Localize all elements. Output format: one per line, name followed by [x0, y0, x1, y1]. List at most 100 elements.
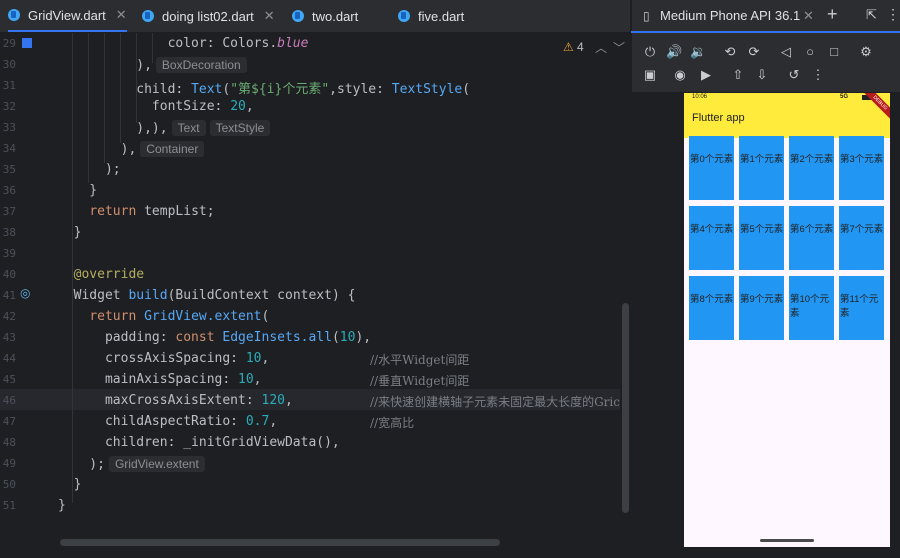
code-comment: //来快速创建横轴子元素未固定最大长度的Gric — [370, 395, 620, 409]
horizontal-scrollbar[interactable] — [60, 539, 500, 546]
volume-down-icon[interactable]: 🔉 — [690, 44, 706, 60]
grid-item[interactable]: 第2个元素 — [789, 136, 834, 200]
code-line: ); — [58, 162, 121, 177]
code-comment: //水平Widget间距 — [370, 353, 470, 367]
line-number: 31 — [2, 79, 16, 92]
tab-label: five.dart — [418, 8, 465, 24]
line-number: 50 — [2, 478, 16, 491]
line-number: 38 — [2, 226, 16, 239]
screen-record-icon[interactable]: ▶ — [698, 67, 714, 83]
tab-label: two.dart — [312, 8, 359, 24]
grid-item[interactable]: 第7个元素 — [839, 206, 884, 270]
line-number: 46 — [2, 394, 16, 407]
warning-count[interactable]: 4 — [577, 40, 584, 54]
grid-item[interactable]: 第6个元素 — [789, 206, 834, 270]
download-icon[interactable]: ⇩ — [754, 67, 770, 83]
emulator-tab-title[interactable]: Medium Phone API 36.1 — [660, 8, 800, 23]
network-indicator: 5G — [840, 94, 849, 100]
line-number: 34 — [2, 142, 16, 155]
line-number: 41 — [2, 289, 16, 302]
code-editor[interactable]: 29 30 31 32 33 34 35 36 37 38 39 40 41 42 43 44 45 46 47 48… — [0, 33, 630, 558]
open-window-icon[interactable]: ⇱ — [866, 7, 877, 23]
home-icon[interactable]: ○ — [802, 44, 818, 60]
bookmark-icon[interactable] — [22, 38, 32, 48]
code-line: } — [58, 183, 98, 198]
grid-item[interactable]: 第3个元素 — [839, 136, 884, 200]
tab-five-dart[interactable]: five.dart — [398, 0, 464, 32]
line-number: 36 — [2, 184, 16, 197]
code-line: } — [58, 498, 66, 513]
code-line: padding: const EdgeInsets.all(10), — [58, 330, 372, 345]
line-number: 40 — [2, 268, 16, 281]
volume-up-icon[interactable]: 🔊 — [666, 44, 682, 60]
code-line: mainAxisSpacing: 10, — [58, 372, 262, 387]
gesture-home-bar[interactable] — [760, 539, 814, 542]
inlay-hint: Container — [140, 141, 205, 157]
vertical-scrollbar[interactable] — [622, 303, 629, 513]
status-bar: 10:06 5G — [684, 93, 890, 103]
line-number: 35 — [2, 163, 16, 176]
line-number: 43 — [2, 331, 16, 344]
grid-item[interactable]: 第1个元素 — [739, 136, 784, 200]
app-bar: Flutter app — [684, 103, 890, 138]
device-screen[interactable]: 10:06 5G Flutter app DEBUG 第0个元素 第1个元素 第2个… — [684, 93, 890, 547]
dart-file-icon — [292, 10, 304, 22]
power-icon[interactable]: ⏻ — [642, 44, 658, 60]
line-number: 47 — [2, 415, 16, 428]
rotate-left-icon[interactable]: ⟲ — [722, 44, 738, 60]
tab-doing-list02-dart[interactable]: doing list02.dart ✕ — [142, 0, 275, 32]
grid-item[interactable]: 第5个元素 — [739, 206, 784, 270]
grid-item[interactable]: 第10个元素 — [789, 276, 834, 340]
active-tab-underline — [631, 31, 900, 33]
inlay-hint: BoxDecoration — [155, 57, 247, 73]
grid-item[interactable]: 第4个元素 — [689, 206, 734, 270]
code-line: @override — [73, 267, 145, 282]
close-icon[interactable]: ✕ — [264, 8, 275, 24]
tab-two-dart[interactable]: two.dart — [292, 0, 358, 32]
close-icon[interactable]: ✕ — [803, 8, 814, 24]
history-icon[interactable]: ↺ — [786, 67, 802, 83]
code-line: children: _initGridViewData(), — [58, 435, 340, 450]
code-line: } — [58, 477, 82, 492]
code-line: ), Container — [58, 141, 205, 157]
code-comment: //垂直Widget间距 — [370, 374, 470, 388]
warning-icon[interactable]: ⚠ — [563, 40, 574, 54]
dart-file-icon — [142, 10, 154, 22]
screenshot-icon[interactable]: ◉ — [672, 67, 688, 83]
device-frame-icon[interactable]: ▣ — [642, 67, 658, 83]
back-icon[interactable]: ◁ — [778, 44, 794, 60]
tab-gridview-dart[interactable]: GridView.dart ✕ — [8, 0, 127, 32]
editor-tab-bar: GridView.dart ✕ doing list02.dart ✕ two.… — [0, 0, 630, 33]
chevron-up-icon[interactable]: ︿ — [595, 39, 607, 56]
overview-icon[interactable]: □ — [826, 44, 842, 60]
dart-file-icon — [398, 10, 410, 22]
code-line: ),), Text TextStyle — [58, 120, 271, 136]
rotate-right-icon[interactable]: ⟳ — [746, 44, 762, 60]
override-method-icon[interactable]: ◎ — [20, 286, 34, 300]
add-icon[interactable]: + — [827, 4, 838, 25]
grid-item[interactable]: 第9个元素 — [739, 276, 784, 340]
more-options-icon[interactable]: ⋮ — [810, 67, 826, 83]
code-line: return tempList; — [89, 204, 215, 219]
grid-item[interactable]: 第11个元素 — [839, 276, 884, 340]
device-settings-icon[interactable]: ⚙ — [858, 44, 874, 60]
grid-item[interactable]: 第0个元素 — [689, 136, 734, 200]
tab-label: doing list02.dart — [162, 8, 254, 24]
line-number: 45 — [2, 373, 16, 386]
line-number: 51 — [2, 499, 16, 512]
inlay-hint: GridView.extent — [108, 456, 205, 472]
upload-icon[interactable]: ⇧ — [730, 67, 746, 83]
inlay-hint: TextStyle — [209, 120, 271, 136]
chevron-down-icon[interactable]: ﹀ — [613, 39, 625, 56]
tab-label: GridView.dart — [28, 7, 106, 23]
line-number: 49 — [2, 457, 16, 470]
line-number: 37 — [2, 205, 16, 218]
grid-item[interactable]: 第8个元素 — [689, 276, 734, 340]
more-icon[interactable]: ⋮ — [886, 6, 900, 23]
line-number: 39 — [2, 247, 16, 260]
code-line: Widget build(BuildContext context) { — [58, 288, 356, 303]
code-comment: //宽高比 — [370, 416, 415, 430]
code-line: } — [58, 225, 82, 240]
close-icon[interactable]: ✕ — [116, 7, 127, 23]
status-time: 10:06 — [692, 94, 708, 100]
